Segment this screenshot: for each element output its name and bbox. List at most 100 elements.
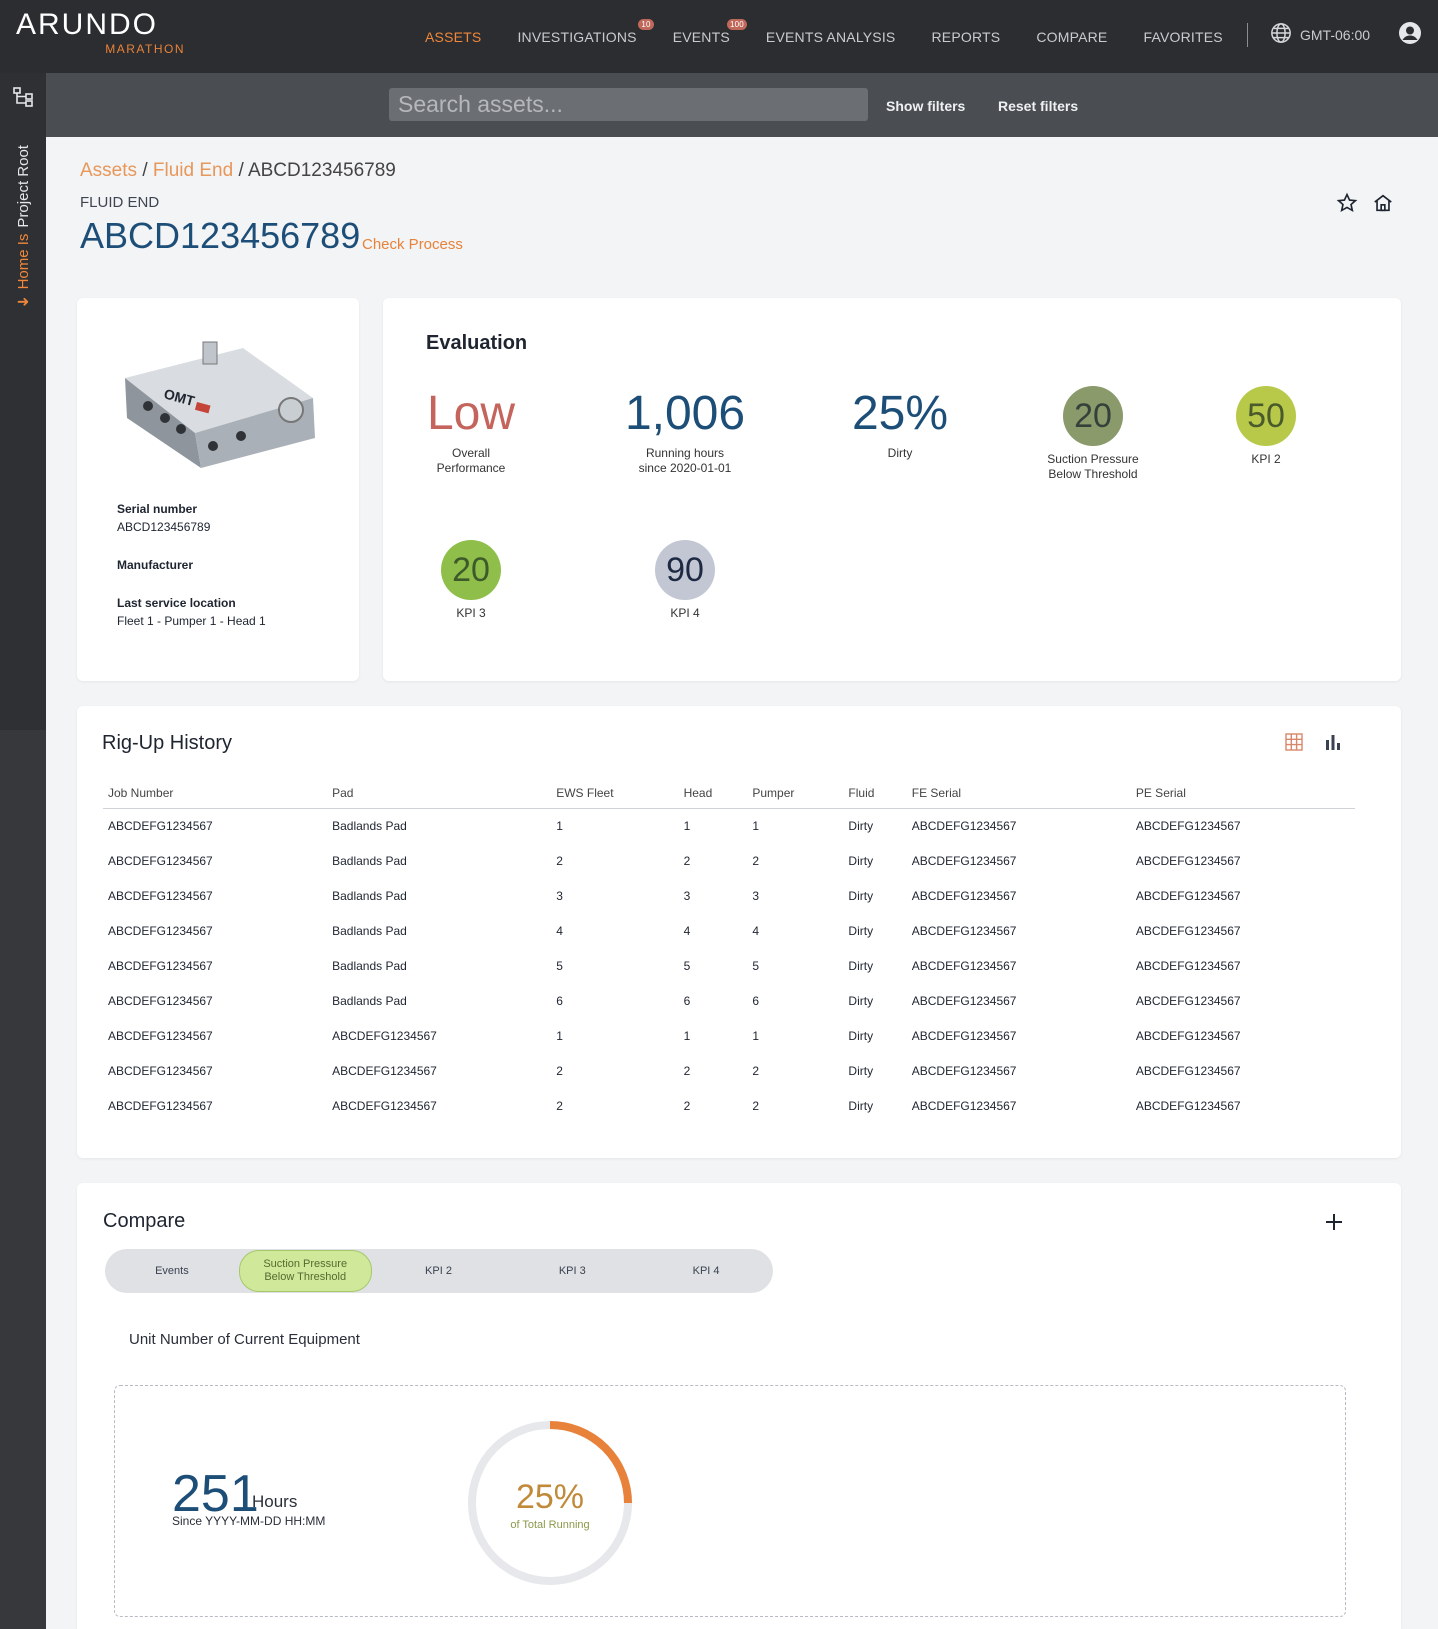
logo-sub-brand: MARATHON [105, 42, 185, 56]
table-row[interactable]: ABCDEFG1234567 Badlands Pad 4 4 4 Dirty ABCDEF… [103, 913, 1355, 948]
top-nav: ARUNDO MARATHON ASSETS INVESTIGATIONS 10 EV… [0, 0, 1438, 73]
table-cell: ABCDEFG1234567 [108, 888, 213, 903]
table-cell: 6 [683, 993, 691, 1008]
page-title: ABCD123456789 [80, 215, 361, 256]
kpi-circle: 50 [1236, 386, 1296, 446]
table-cell: ABCDEFG1234567 [1135, 1098, 1241, 1113]
search-input[interactable] [389, 88, 868, 121]
column-header[interactable]: Pad [327, 778, 552, 809]
table-view-icon[interactable] [1284, 732, 1304, 752]
column-header[interactable]: FE Serial [906, 778, 1131, 809]
star-icon[interactable] [1336, 192, 1358, 214]
column-header[interactable]: Fluid [843, 778, 907, 809]
search-bar: Show filters Reset filters [46, 73, 1438, 137]
percent-value: 25% [516, 1478, 584, 1516]
table-cell: Badlands Pad [332, 958, 407, 973]
kpi-4[interactable]: 90 KPI 4 [635, 540, 735, 621]
tab-events[interactable]: Events [105, 1265, 239, 1278]
user-account-icon[interactable] [1398, 21, 1422, 45]
nav-item-reports[interactable]: REPORTS [931, 29, 1000, 45]
table-row[interactable]: ABCDEFG1234567 ABCDEFG1234567 2 2 2 Dirty ABCD… [103, 1088, 1355, 1123]
breadcrumb-assets[interactable]: Assets [80, 160, 137, 181]
table-row[interactable]: ABCDEFG1234567 ABCDEFG1234567 1 1 1 Dirty ABCD… [103, 1018, 1355, 1053]
nav-item-label: COMPARE [1036, 28, 1108, 45]
table-row[interactable]: ABCDEFG1234567 Badlands Pad 3 3 3 Dirty ABCDEF… [103, 878, 1355, 913]
kpi-dirty[interactable]: 25% Dirty [835, 388, 965, 461]
rig-up-table: Job Number Pad EWS Fleet Head Pumper Fluid FE … [103, 778, 1355, 1123]
tab-kpi-4[interactable]: KPI 4 [639, 1265, 773, 1278]
kpi-label: KPI 3 [456, 606, 486, 620]
table-cell: 6 [752, 993, 760, 1008]
table-cell: ABCDEFG1234567 [332, 1028, 437, 1043]
compare-title: Compare [103, 1210, 186, 1232]
logo[interactable]: ARUNDO MARATHON [16, 10, 191, 57]
kpi-label: Suction Pressure Below Threshold [1047, 452, 1139, 481]
table-cell: 2 [683, 1063, 691, 1078]
nav-item-compare[interactable]: COMPARE [1036, 29, 1107, 45]
nav-item-investigations[interactable]: INVESTIGATIONS 10 [517, 18, 654, 45]
table-cell: 2 [752, 853, 760, 868]
table-row[interactable]: ABCDEFG1234567 ABCDEFG1234567 2 2 2 Dirty ABCD… [103, 1053, 1355, 1088]
evaluation-title: Evaluation [426, 332, 528, 354]
reset-filters-button[interactable]: Reset filters [998, 98, 1078, 114]
tab-kpi-2[interactable]: KPI 2 [372, 1265, 506, 1278]
running-percent-donut: 25% of Total Running [468, 1421, 632, 1585]
globe-icon[interactable] [1270, 22, 1292, 44]
table-cell: ABCDEFG1234567 [911, 923, 1017, 938]
fluid-end-image: OMT [125, 341, 315, 468]
nav-item-label: INVESTIGATIONS [517, 28, 637, 45]
table-cell: ABCDEFG1234567 [1135, 923, 1241, 938]
asset-type: FLUID END [80, 194, 160, 211]
show-filters-button[interactable]: Show filters [886, 98, 965, 114]
hierarchy-icon[interactable] [13, 87, 33, 107]
table-cell: ABCDEFG1234567 [108, 853, 213, 868]
timezone-label[interactable]: GMT-06:00 [1300, 27, 1370, 43]
add-icon[interactable] [1323, 1211, 1345, 1233]
kpi-running-hours[interactable]: 1,006 Running hours since 2020-01-01 [605, 388, 765, 476]
table-cell: Dirty [848, 958, 874, 973]
column-header[interactable]: PE Serial [1130, 778, 1355, 809]
compare-tabs: Events Suction Pressure Below Threshold … [105, 1249, 773, 1293]
serial-label: Serial number [117, 502, 198, 516]
breadcrumb: Assets / Fluid End / ABCD123456789 [80, 160, 396, 182]
home-icon[interactable] [1372, 192, 1394, 214]
count-badge: 10 [638, 18, 654, 30]
table-row[interactable]: ABCDEFG1234567 Badlands Pad 6 6 6 Dirty ABCDEF… [103, 983, 1355, 1018]
nav-item-favorites[interactable]: FAVORITES [1143, 29, 1222, 45]
table-cell: 2 [556, 1063, 563, 1078]
nav-item-events-analysis[interactable]: EVENTS ANALYSIS [766, 29, 896, 45]
column-header[interactable]: Pumper [747, 778, 844, 809]
rail-project-label: Project Root [14, 145, 32, 228]
breadcrumb-fluid-end[interactable]: Fluid End [153, 160, 233, 181]
table-row[interactable]: ABCDEFG1234567 Badlands Pad 2 2 2 Dirty ABCDEF… [103, 843, 1355, 878]
nav-item-assets[interactable]: ASSETS [425, 29, 481, 45]
table-cell: Dirty [848, 853, 874, 868]
kpi-circle: 20 [441, 540, 501, 600]
kpi-3[interactable]: 20 KPI 3 [421, 540, 521, 621]
table-row[interactable]: ABCDEFG1234567 Badlands Pad 5 5 5 Dirty ABCDEF… [103, 948, 1355, 983]
table-cell: 1 [556, 1028, 563, 1043]
table-cell: 1 [683, 1028, 691, 1043]
nav-item-events[interactable]: EVENTS 100 [672, 18, 747, 45]
tab-suction-pressure[interactable]: Suction Pressure Below Threshold [238, 1250, 372, 1292]
nav-item-label: EVENTS [672, 28, 730, 45]
table-row[interactable]: ABCDEFG1234567 Badlands Pad 1 1 1 Dirty ABCDEF… [103, 808, 1355, 843]
column-header[interactable]: Head [678, 778, 748, 809]
column-header[interactable]: EWS Fleet [551, 778, 679, 809]
table-cell: Badlands Pad [332, 993, 407, 1008]
table-cell: Dirty [848, 1098, 874, 1113]
breadcrumb-current: ABCD123456789 [247, 160, 396, 181]
column-header[interactable]: Job Number [103, 778, 328, 809]
project-root-link[interactable]: ➜ Home Is Project Root [14, 145, 32, 311]
bar-chart-view-icon[interactable] [1323, 732, 1343, 752]
table-header-row: Job Number Pad EWS Fleet Head Pumper Fluid FE … [103, 778, 1355, 809]
tab-kpi-3[interactable]: KPI 3 [505, 1265, 639, 1278]
kpi-overall-performance[interactable]: Low Overall Performance [401, 388, 541, 476]
nav-item-label: ASSETS [425, 28, 482, 45]
table-cell: 1 [752, 1028, 760, 1043]
kpi-2[interactable]: 50 KPI 2 [1216, 386, 1316, 467]
table-cell: ABCDEFG1234567 [1135, 818, 1241, 833]
kpi-suction-pressure[interactable]: 20 Suction Pressure Below Threshold [1023, 386, 1163, 482]
kpi-circle: 20 [1063, 386, 1123, 446]
check-process-link[interactable]: Check Process [362, 236, 463, 253]
